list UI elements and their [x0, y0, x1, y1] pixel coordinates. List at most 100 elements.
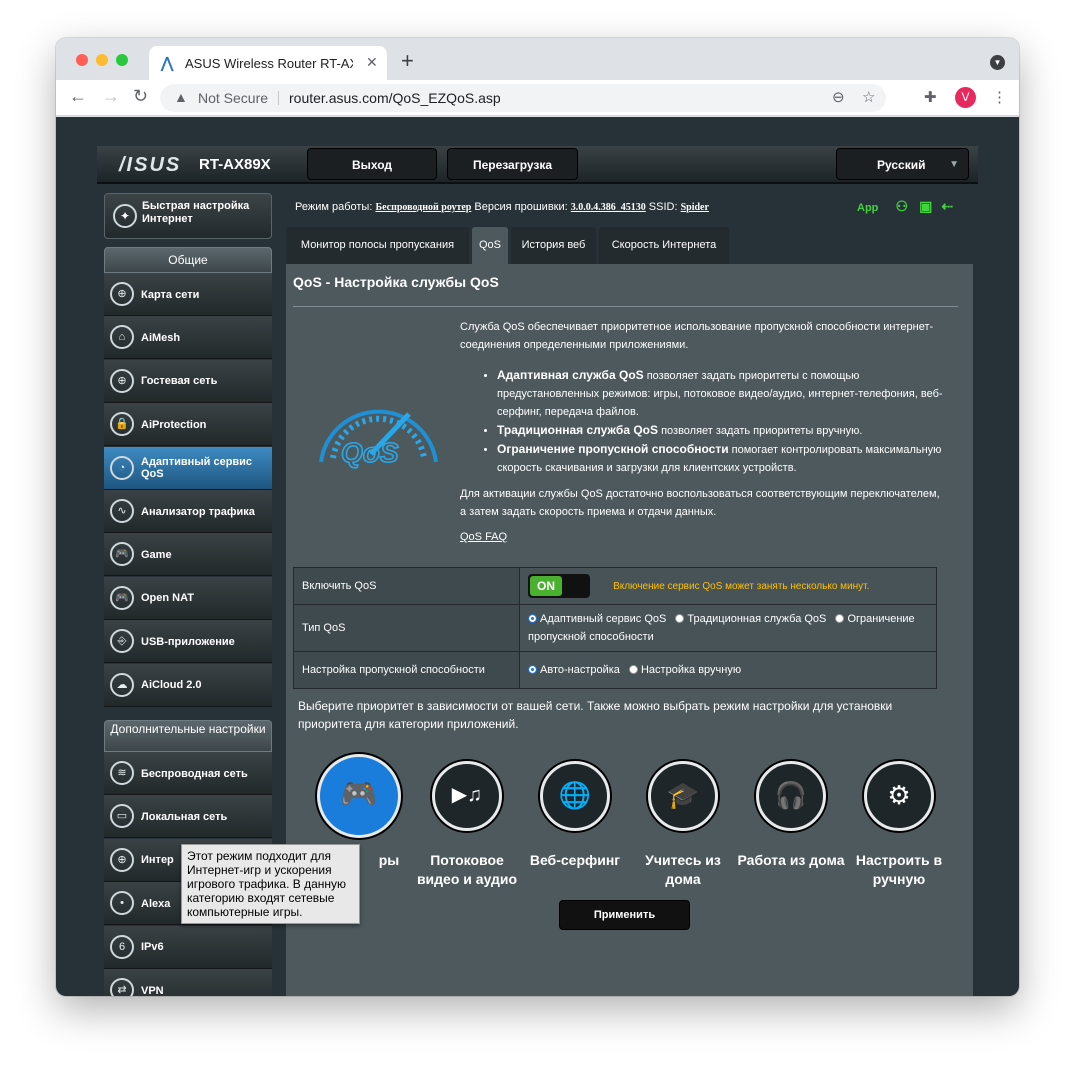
- sidebar-item-guest-network[interactable]: ⊕ Гостевая сеть: [104, 359, 272, 403]
- sidebar-item-label: AiCloud 2.0: [141, 679, 202, 692]
- radio-traditional-qos[interactable]: [675, 614, 685, 623]
- category-work-from-home[interactable]: 🎧 Работа из дома: [736, 761, 846, 870]
- tab-strip: ⋀ ASUS Wireless Router RT-AX89X - QoS ✕ …: [56, 38, 1019, 80]
- customize-icon: ⚙: [864, 761, 934, 831]
- radio-adaptive-qos[interactable]: [528, 614, 537, 623]
- qos-type-cell: Адаптивный сервис QoS Традиционная служб…: [519, 604, 937, 652]
- sidebar-item-label: AiProtection: [141, 418, 207, 431]
- aiprotection-icon: 🔒: [110, 412, 134, 437]
- category-streaming[interactable]: ▶♫ Потоковое видео и аудио: [412, 761, 522, 889]
- sidebar-item-traffic-analyzer[interactable]: ∿ Анализатор трафика: [104, 490, 272, 533]
- browser-toolbar: ← → ↻ ▲ Not Secure router.asus.com/QoS_E…: [56, 80, 1019, 116]
- radio-manual-label[interactable]: Настройка вручную: [641, 664, 741, 676]
- quick-setup-button[interactable]: ✦ Быстрая настройка Интернет: [104, 193, 272, 239]
- sidebar-item-label: Open NAT: [141, 592, 194, 605]
- category-web-label: Веб-серфинг: [529, 852, 621, 868]
- tab-search-icon[interactable]: ▼: [990, 55, 1005, 70]
- sidebar-item-label: Адаптивный сервис QoS: [141, 456, 253, 481]
- sidebar-item-aicloud[interactable]: ☁ AiCloud 2.0: [104, 663, 272, 707]
- language-select[interactable]: Русский ▼: [836, 148, 969, 180]
- radio-bandwidth-limiter[interactable]: [835, 614, 845, 623]
- qos-panel: QoS - Настройка службы QoS QoS Служба Qo…: [286, 264, 973, 996]
- status-line: Режим работы: Беспроводной роутер Версия…: [295, 201, 709, 213]
- profile-avatar[interactable]: V: [955, 87, 976, 108]
- bookmark-star-icon[interactable]: ☆: [862, 88, 875, 106]
- sidebar-item-wireless[interactable]: ≋ Беспроводная сеть: [104, 752, 272, 795]
- category-customize[interactable]: ⚙ Настроить в ручную: [844, 761, 954, 889]
- address-bar[interactable]: ▲ Not Secure router.asus.com/QoS_EZQoS.a…: [160, 84, 886, 112]
- aicloud-icon: ☁: [110, 672, 134, 697]
- sidebar-item-qos[interactable]: ◔ Адаптивный сервис QoS: [104, 446, 272, 490]
- back-icon[interactable]: ←: [69, 86, 87, 107]
- radio-auto-setting[interactable]: [528, 665, 537, 674]
- qos-intro: Служба QoS обеспечивает приоритетное исп…: [460, 321, 934, 351]
- sidebar-item-ipv6[interactable]: 6 IPv6: [104, 925, 272, 969]
- open-nat-icon: 🎮: [110, 585, 134, 610]
- gaming-tooltip: Этот режим подходит для Интернет-игр и у…: [181, 844, 360, 924]
- logout-button[interactable]: Выход: [307, 148, 437, 180]
- sidebar-item-vpn[interactable]: ⇄ VPN: [104, 969, 272, 996]
- page-title: QoS - Настройка службы QoS: [293, 274, 499, 290]
- sidebar-item-label: AiMesh: [141, 331, 181, 344]
- category-learn-from-home[interactable]: 🎓 Учитесь из дома: [628, 761, 738, 889]
- category-customize-label: Настроить в ручную: [855, 852, 943, 887]
- general-header: Общие: [104, 247, 272, 273]
- browser-tab[interactable]: ⋀ ASUS Wireless Router RT-AX89X - QoS ✕: [149, 46, 387, 80]
- app-link[interactable]: App: [857, 202, 878, 214]
- category-learn-label: Учитесь из дома: [645, 852, 721, 887]
- qos-logo-text: QoS: [341, 437, 399, 468]
- mode-label: Режим работы:: [295, 201, 373, 213]
- browser-menu-icon[interactable]: ⋮: [992, 88, 1007, 106]
- radio-auto-label[interactable]: Авто-настройка: [540, 664, 620, 676]
- toggle-on-label: ON: [530, 576, 562, 596]
- sidebar-item-network-map[interactable]: ⊕ Карта сети: [104, 273, 272, 316]
- tab-close-icon[interactable]: ✕: [366, 54, 378, 71]
- media-streaming-icon: ▶♫: [432, 761, 502, 831]
- clients-icon[interactable]: ⚇: [895, 198, 908, 214]
- not-secure-label: Not Secure: [198, 90, 269, 106]
- enable-qos-toggle[interactable]: ON: [528, 574, 590, 598]
- apply-button[interactable]: Применить: [559, 900, 690, 930]
- sidebar-item-game[interactable]: 🎮 Game: [104, 533, 272, 577]
- qos-bullets: Адаптивная служба QoS позволяет задать п…: [485, 366, 945, 477]
- maximize-window-button[interactable]: [116, 54, 128, 66]
- aimesh-icon: ⌂: [110, 325, 134, 350]
- traffic-analyzer-icon: ∿: [110, 499, 134, 523]
- quick-setup-label: Быстрая настройка Интернет: [142, 200, 250, 225]
- alexa-icon: •: [110, 891, 134, 916]
- tab-bandwidth-monitor[interactable]: Монитор полосы пропускания: [286, 227, 469, 264]
- usb-status-icon[interactable]: ⇠: [941, 198, 953, 214]
- wan-icon: ⊕: [110, 847, 134, 872]
- extensions-icon[interactable]: ✚: [924, 88, 937, 106]
- mode-value-link[interactable]: Беспроводной роутер: [375, 202, 471, 213]
- category-web-surfing[interactable]: 🌐 Веб-серфинг: [520, 761, 630, 870]
- firmware-value-link[interactable]: 3.0.0.4.386_45130: [571, 202, 646, 213]
- zoom-icon[interactable]: ⊖: [832, 88, 845, 106]
- forward-icon[interactable]: →: [102, 86, 120, 107]
- ssid-value-link[interactable]: Spider: [681, 202, 709, 213]
- work-from-home-icon: 🎧: [756, 761, 826, 831]
- qos-faq-link[interactable]: QoS FAQ: [460, 531, 507, 543]
- tab-internet-speed[interactable]: Скорость Интернета: [599, 227, 729, 264]
- radio-traditional-label[interactable]: Традиционная служба QoS: [687, 613, 826, 625]
- table-row: Настройка пропускной способности Авто-на…: [293, 651, 937, 689]
- close-window-button[interactable]: [76, 54, 88, 66]
- sidebar-item-usb[interactable]: ⎆ USB-приложение: [104, 620, 272, 664]
- chevron-down-icon: ▼: [949, 159, 959, 170]
- sidebar-item-lan[interactable]: ▭ Локальная сеть: [104, 795, 272, 839]
- url-text[interactable]: router.asus.com/QoS_EZQoS.asp: [289, 90, 501, 106]
- sidebar-item-open-nat[interactable]: 🎮 Open NAT: [104, 576, 272, 620]
- sidebar-item-aiprotection[interactable]: 🔒 AiProtection: [104, 403, 272, 447]
- network-status-icon[interactable]: ▣: [919, 198, 932, 214]
- radio-adaptive-label[interactable]: Адаптивный сервис QoS: [540, 613, 666, 625]
- reload-icon[interactable]: ↻: [133, 86, 148, 107]
- sidebar-item-aimesh[interactable]: ⌂ AiMesh: [104, 316, 272, 360]
- radio-manual-setting[interactable]: [628, 665, 638, 674]
- tab-web-history[interactable]: История веб: [511, 227, 596, 264]
- new-tab-button[interactable]: +: [401, 48, 414, 74]
- reboot-button[interactable]: Перезагрузка: [447, 148, 578, 180]
- sidebar-item-label: Game: [141, 548, 172, 561]
- sidebar-item-label: Беспроводная сеть: [141, 767, 248, 780]
- minimize-window-button[interactable]: [96, 54, 108, 66]
- tab-qos[interactable]: QoS: [472, 227, 508, 264]
